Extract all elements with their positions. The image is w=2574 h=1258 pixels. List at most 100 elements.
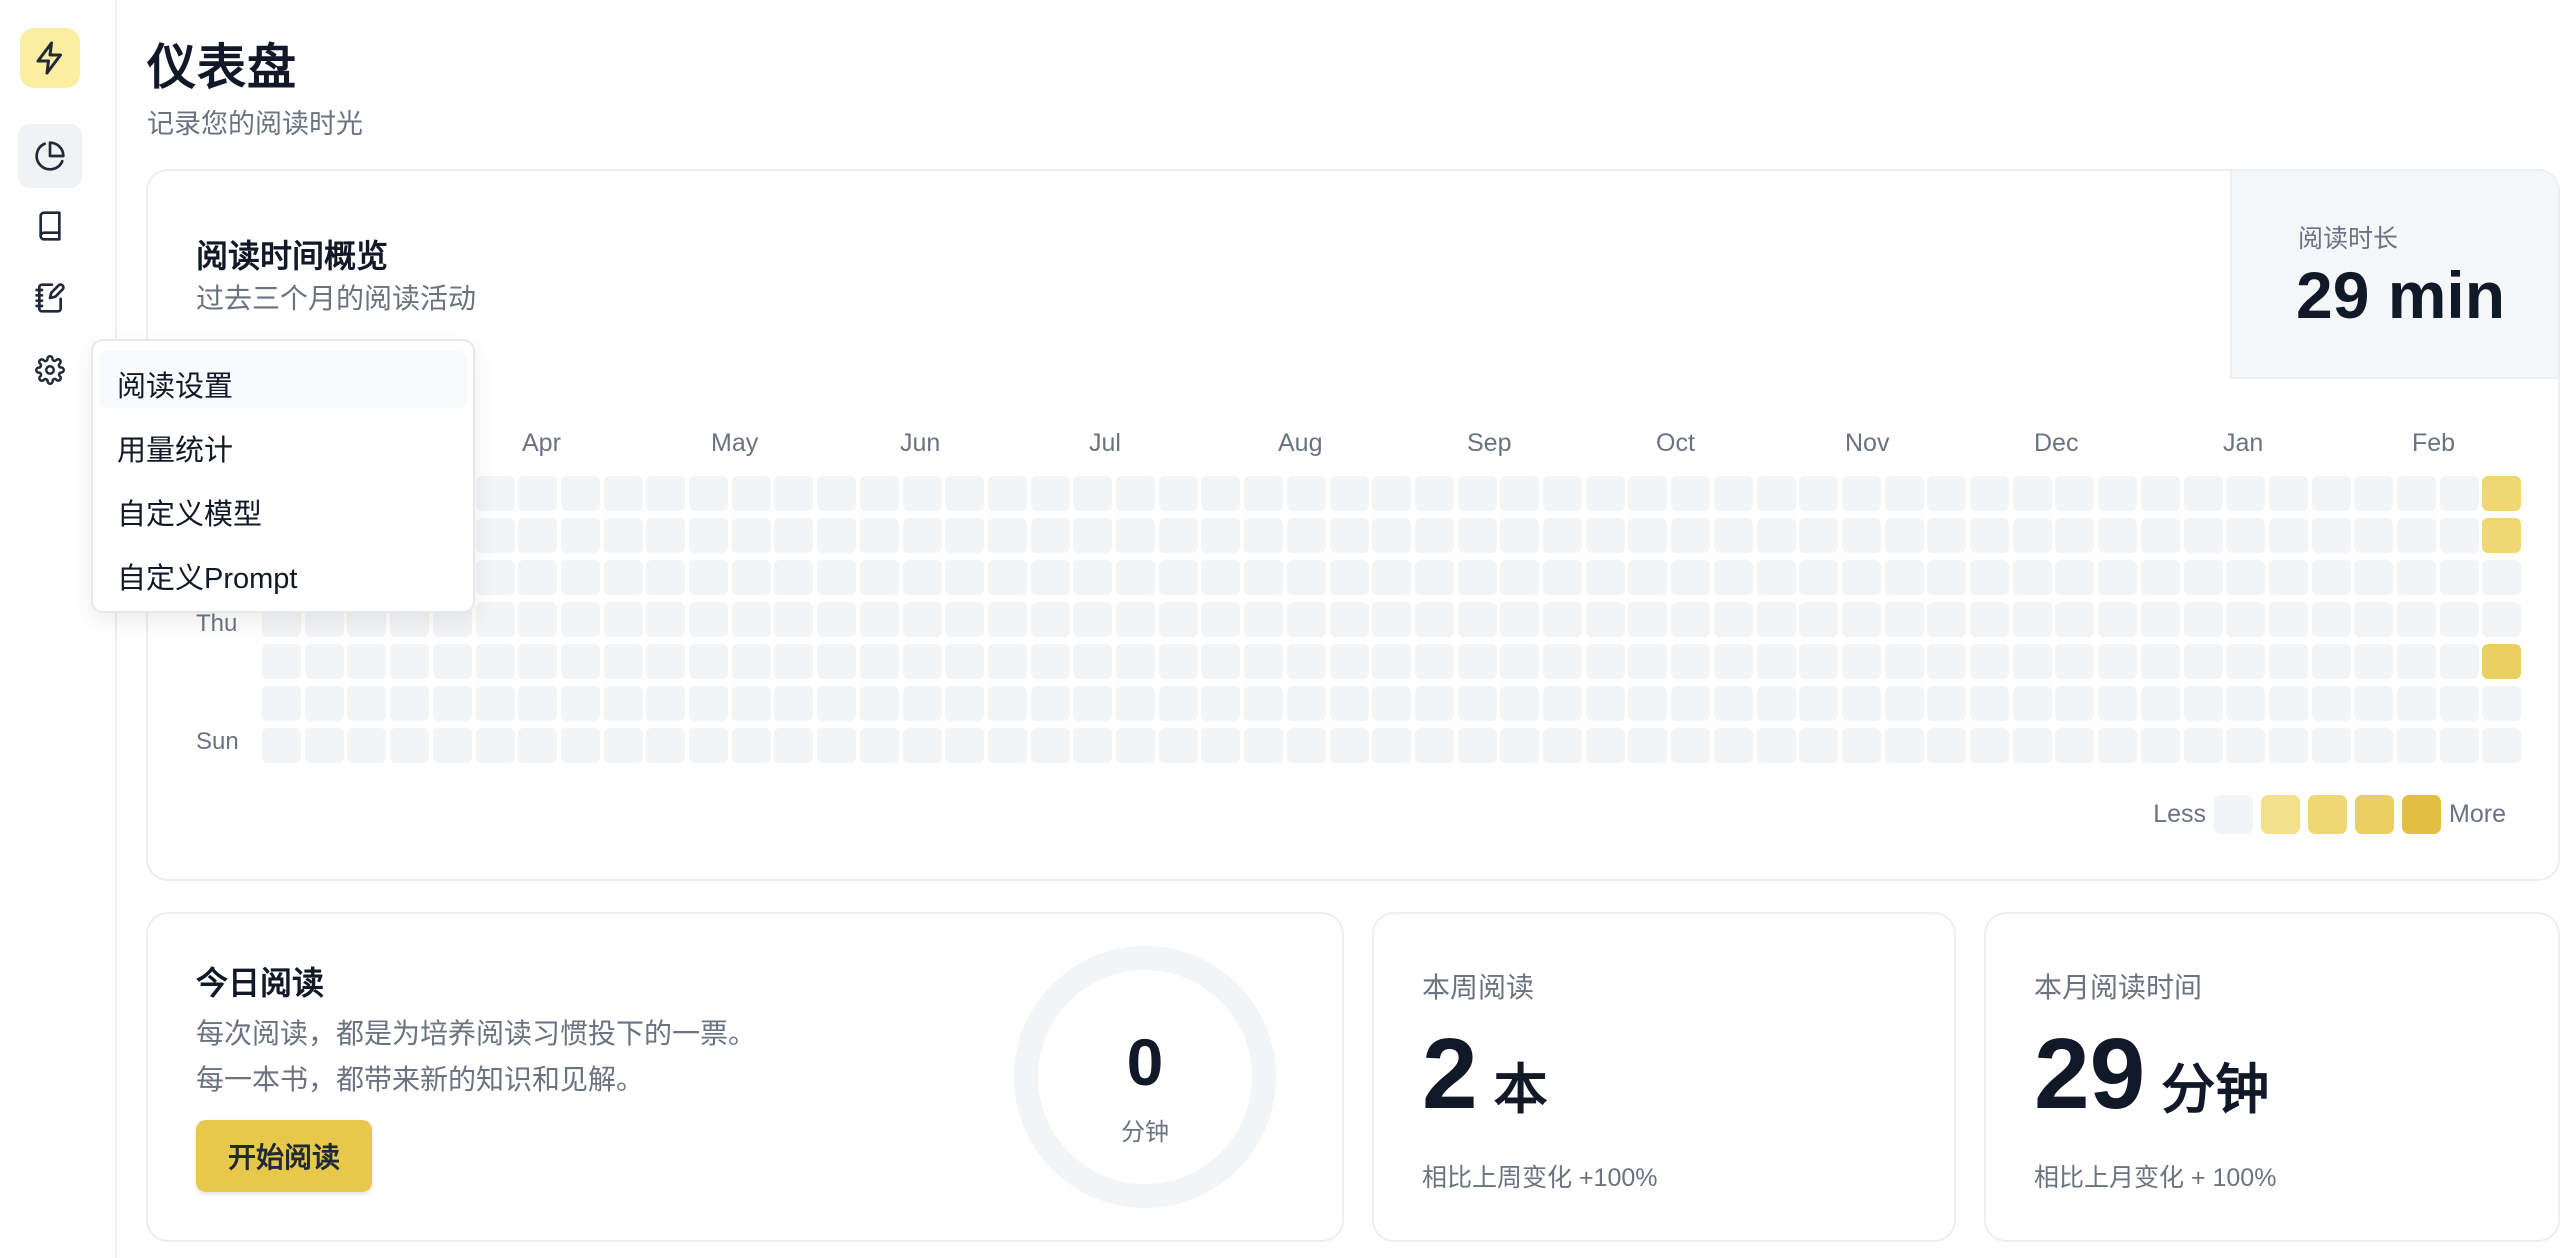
heatmap-cell[interactable] [1159, 602, 1198, 637]
heatmap-cell[interactable] [2482, 686, 2521, 721]
heatmap-cell[interactable] [2397, 560, 2436, 595]
heatmap-cell[interactable] [1671, 686, 1710, 721]
nav-dashboard[interactable] [18, 124, 82, 188]
heatmap-cell[interactable] [1458, 728, 1497, 763]
heatmap-cell[interactable] [347, 644, 386, 679]
heatmap-cell[interactable] [1287, 602, 1326, 637]
heatmap-cell[interactable] [1073, 728, 1112, 763]
heatmap-cell[interactable] [1244, 560, 1283, 595]
heatmap-cell[interactable] [1714, 686, 1753, 721]
heatmap-cell[interactable] [2226, 728, 2265, 763]
heatmap-cell[interactable] [1970, 560, 2009, 595]
heatmap-cell[interactable] [860, 644, 899, 679]
heatmap-cell[interactable] [1500, 560, 1539, 595]
app-logo[interactable] [20, 28, 80, 88]
heatmap-cell[interactable] [903, 476, 942, 511]
heatmap-cell[interactable] [1201, 476, 1240, 511]
heatmap-cell[interactable] [2482, 644, 2521, 679]
heatmap-cell[interactable] [604, 518, 643, 553]
heatmap-cell[interactable] [1415, 728, 1454, 763]
heatmap-cell[interactable] [1073, 644, 1112, 679]
heatmap-cell[interactable] [433, 686, 472, 721]
heatmap-cell[interactable] [817, 476, 856, 511]
heatmap-cell[interactable] [817, 560, 856, 595]
heatmap-cell[interactable] [1799, 560, 1838, 595]
heatmap-cell[interactable] [2226, 476, 2265, 511]
heatmap-cell[interactable] [1372, 476, 1411, 511]
heatmap-cell[interactable] [1714, 518, 1753, 553]
heatmap-cell[interactable] [2055, 602, 2094, 637]
heatmap-cell[interactable] [988, 686, 1027, 721]
heatmap-cell[interactable] [2312, 728, 2351, 763]
heatmap-cell[interactable] [390, 728, 429, 763]
heatmap-cell[interactable] [1885, 476, 1924, 511]
heatmap-cell[interactable] [1885, 686, 1924, 721]
heatmap-cell[interactable] [1116, 602, 1155, 637]
heatmap-cell[interactable] [1927, 476, 1966, 511]
heatmap-cell[interactable] [774, 560, 813, 595]
heatmap-cell[interactable] [2440, 728, 2479, 763]
heatmap-cell[interactable] [305, 728, 344, 763]
heatmap-cell[interactable] [1372, 728, 1411, 763]
heatmap-cell[interactable] [689, 686, 728, 721]
heatmap-cell[interactable] [817, 644, 856, 679]
heatmap-cell[interactable] [518, 476, 557, 511]
heatmap-cell[interactable] [945, 560, 984, 595]
heatmap-cell[interactable] [1842, 560, 1881, 595]
heatmap-cell[interactable] [2226, 518, 2265, 553]
heatmap-cell[interactable] [305, 644, 344, 679]
heatmap-cell[interactable] [604, 560, 643, 595]
menu-item-custom-prompt[interactable]: 自定义Prompt [117, 555, 297, 597]
heatmap-cell[interactable] [1799, 644, 1838, 679]
heatmap-cell[interactable] [561, 602, 600, 637]
heatmap-cell[interactable] [1073, 602, 1112, 637]
heatmap-cell[interactable] [1586, 728, 1625, 763]
heatmap-cell[interactable] [2397, 602, 2436, 637]
heatmap-cell[interactable] [1031, 644, 1070, 679]
heatmap-cell[interactable] [1244, 686, 1283, 721]
heatmap-cell[interactable] [347, 686, 386, 721]
heatmap-cell[interactable] [2440, 518, 2479, 553]
heatmap-cell[interactable] [1458, 476, 1497, 511]
heatmap-cell[interactable] [604, 476, 643, 511]
heatmap-cell[interactable] [988, 518, 1027, 553]
heatmap-cell[interactable] [2013, 602, 2052, 637]
nav-library[interactable] [18, 194, 82, 258]
heatmap-cell[interactable] [1757, 728, 1796, 763]
heatmap-cell[interactable] [2013, 686, 2052, 721]
heatmap-cell[interactable] [1885, 518, 1924, 553]
heatmap-cell[interactable] [2440, 476, 2479, 511]
heatmap-cell[interactable] [945, 476, 984, 511]
heatmap-cell[interactable] [646, 644, 685, 679]
menu-item-usage-stats[interactable]: 用量统计 [117, 427, 233, 469]
heatmap-cell[interactable] [1628, 728, 1667, 763]
heatmap-cell[interactable] [1671, 644, 1710, 679]
heatmap-cell[interactable] [2482, 602, 2521, 637]
heatmap-cell[interactable] [860, 602, 899, 637]
heatmap-cell[interactable] [1116, 686, 1155, 721]
heatmap-cell[interactable] [2184, 518, 2223, 553]
heatmap-cell[interactable] [1372, 518, 1411, 553]
heatmap-cell[interactable] [1458, 560, 1497, 595]
heatmap-cell[interactable] [476, 728, 515, 763]
heatmap-cell[interactable] [817, 686, 856, 721]
heatmap-cell[interactable] [2312, 644, 2351, 679]
heatmap-cell[interactable] [1287, 728, 1326, 763]
heatmap-cell[interactable] [476, 560, 515, 595]
heatmap-cell[interactable] [988, 560, 1027, 595]
heatmap-cell[interactable] [1330, 560, 1369, 595]
heatmap-cell[interactable] [1628, 476, 1667, 511]
heatmap-cell[interactable] [1842, 518, 1881, 553]
heatmap-cell[interactable] [2184, 560, 2223, 595]
heatmap-cell[interactable] [1842, 476, 1881, 511]
heatmap-cell[interactable] [1628, 644, 1667, 679]
heatmap-cell[interactable] [1330, 602, 1369, 637]
heatmap-cell[interactable] [561, 476, 600, 511]
heatmap-cell[interactable] [860, 518, 899, 553]
heatmap-cell[interactable] [1415, 518, 1454, 553]
heatmap-cell[interactable] [1970, 476, 2009, 511]
heatmap-cell[interactable] [1287, 560, 1326, 595]
heatmap-cell[interactable] [1586, 602, 1625, 637]
heatmap-cell[interactable] [518, 560, 557, 595]
heatmap-cell[interactable] [1586, 560, 1625, 595]
